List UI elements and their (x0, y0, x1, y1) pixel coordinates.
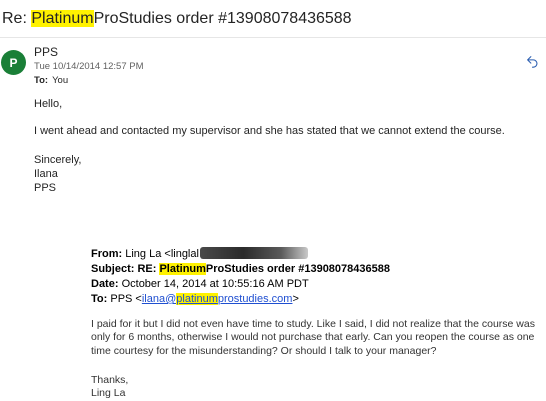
quoted-subject: Subject: RE: PlatinumProStudies order #1… (91, 262, 541, 277)
quoted-to-label: To: (91, 293, 108, 305)
quoted-to: To: PPS <ilana@platinumprostudies.com> (91, 292, 541, 307)
quoted-to-email-link[interactable]: ilana@platinumprostudies.com (141, 293, 293, 305)
sign-org: PPS (34, 182, 57, 194)
message-text: I went ahead and contacted my supervisor… (34, 125, 505, 137)
quoted-to-email-a: ilana@ (141, 293, 177, 305)
quoted-subject-prefix: RE: (137, 263, 160, 275)
quoted-body: I paid for it but I did not even have ti… (91, 318, 546, 358)
sign-off: Sincerely, (34, 154, 82, 166)
quoted-to-email-highlight: platinum (176, 293, 218, 305)
avatar-letter: P (9, 55, 18, 70)
quoted-subject-highlight: Platinum (159, 263, 206, 275)
sender-name[interactable]: PPS (34, 45, 58, 59)
quoted-closing: Thanks, Ling La (91, 374, 128, 401)
subject-rest: ProStudies order #13908078436588 (93, 10, 352, 27)
quoted-to-suffix: > (292, 293, 299, 305)
quoted-from: From: Ling La <linglal (91, 247, 541, 262)
reply-button[interactable] (524, 53, 540, 69)
greeting: Hello, (34, 98, 63, 110)
redaction-mark (199, 247, 308, 259)
avatar[interactable]: P (1, 50, 26, 75)
to-label: To: (34, 75, 49, 86)
quoted-thanks: Thanks, (91, 374, 129, 386)
signature: Sincerely, Ilana PPS (34, 153, 81, 195)
recipient-line: To: You (34, 75, 68, 86)
sign-name: Ilana (34, 168, 58, 180)
to-value: You (52, 75, 69, 86)
sent-date: Tue 10/14/2014 12:57 PM (34, 61, 144, 72)
quoted-date: Date: October 14, 2014 at 10:55:16 AM PD… (91, 277, 541, 292)
quoted-date-value: October 14, 2014 at 10:55:16 AM PDT (121, 278, 309, 290)
quoted-subject-label: Subject: (91, 263, 135, 275)
quoted-body-text: I paid for it but I did not even have ti… (91, 318, 535, 357)
email-subject: Re: PlatinumProStudies order #1390807843… (2, 10, 352, 28)
quoted-from-label: From: (91, 248, 123, 260)
quoted-to-email-b: prostudies.com (217, 293, 293, 305)
subject-highlight: Platinum (31, 10, 94, 27)
quoted-message: From: Ling La <linglal Subject: RE: Plat… (91, 247, 541, 399)
subject-bar: Re: PlatinumProStudies order #1390807843… (0, 0, 546, 38)
quoted-to-prefix: PPS < (110, 293, 142, 305)
quoted-subject-rest: ProStudies order #13908078436588 (205, 263, 390, 275)
quoted-date-label: Date: (91, 278, 119, 290)
reply-icon (526, 55, 537, 68)
subject-prefix: Re: (2, 10, 32, 27)
quoted-name: Ling La (91, 387, 126, 400)
quoted-from-email: linglal (170, 248, 199, 260)
quoted-from-value: Ling La < (125, 248, 171, 260)
